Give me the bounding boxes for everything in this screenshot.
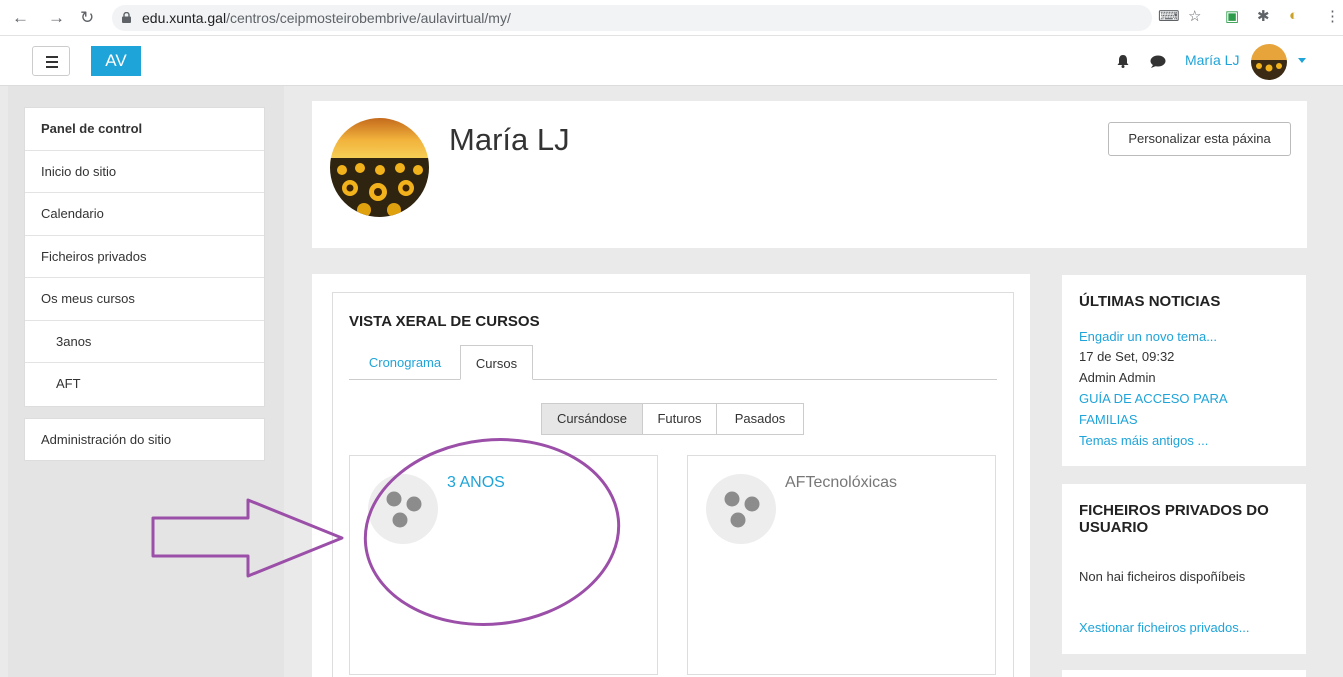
tab-timeline[interactable]: Cronograma [349, 345, 461, 380]
page-header: María LJ Personalizar esta páxina [312, 101, 1307, 248]
drawer-toggle-button[interactable] [32, 46, 70, 76]
course-card[interactable]: 3 ANOS [349, 455, 658, 675]
address-bar[interactable]: edu.xunta.gal/centros/ceipmosteirobembri… [112, 5, 1152, 31]
nav-course-3anos[interactable]: 3anos [25, 321, 264, 363]
user-menu-name[interactable]: María LJ [1185, 52, 1239, 68]
private-files-block: FICHEIROS PRIVADOS DO USUARIO Non hai fi… [1062, 484, 1306, 654]
back-icon[interactable]: ← [12, 7, 29, 29]
news-title: ÚLTIMAS NOTICIAS [1079, 293, 1221, 310]
private-files-title: USUARIO [1079, 519, 1149, 536]
filter-future[interactable]: Futuros [642, 403, 717, 435]
next-block [1062, 670, 1306, 677]
page-title: María LJ [449, 122, 570, 157]
nav-private-files[interactable]: Ficheiros privados [25, 236, 264, 278]
lock-icon [122, 12, 131, 23]
news-post-link[interactable]: GUÍA DE ACCESO PARA [1079, 391, 1228, 406]
tab-courses[interactable]: Cursos [460, 345, 533, 380]
news-post-author: Admin Admin [1079, 370, 1156, 385]
menu-dots-icon[interactable]: ⋮ [1325, 7, 1340, 25]
star-icon[interactable]: ☆ [1188, 7, 1201, 25]
course-name[interactable]: 3 ANOS [447, 474, 505, 492]
forward-icon[interactable]: → [48, 7, 65, 29]
course-overview-block: VISTA XERAL DE CURSOS Cronograma Cursos … [332, 292, 1014, 677]
news-block: ÚLTIMAS NOTICIAS Engadir un novo tema...… [1062, 275, 1306, 466]
filter-past[interactable]: Pasados [716, 403, 804, 435]
nav-calendar[interactable]: Calendario [25, 193, 264, 236]
nav-dashboard[interactable]: Panel de control [25, 108, 264, 151]
reload-icon[interactable]: ↻ [80, 7, 94, 29]
news-post-date: 17 de Set, 09:32 [1079, 349, 1175, 364]
bell-icon[interactable] [1117, 55, 1129, 68]
site-logo[interactable]: AV [91, 46, 141, 76]
main-region: VISTA XERAL DE CURSOS Cronograma Cursos … [312, 274, 1030, 677]
news-post-link[interactable]: FAMILIAS [1079, 412, 1138, 427]
drawer-nav-list: Panel de control Inicio do sitio Calenda… [24, 107, 265, 407]
nav-site-admin[interactable]: Administración do sitio [24, 418, 265, 461]
nav-site-home[interactable]: Inicio do sitio [25, 151, 264, 193]
course-icon [706, 474, 776, 544]
profile-picture [330, 118, 429, 217]
no-files-text: Non hai ficheiros dispoñíbeis [1079, 569, 1246, 584]
course-icon [368, 474, 438, 544]
browser-toolbar: ← → ↻ edu.xunta.gal/centros/ceipmosteiro… [0, 0, 1343, 36]
private-files-title: FICHEIROS PRIVADOS DO [1079, 502, 1269, 519]
manage-files-link[interactable]: Xestionar ficheiros privados... [1079, 620, 1250, 635]
nav-my-courses[interactable]: Os meus cursos [25, 278, 264, 321]
url-text: edu.xunta.gal/centros/ceipmosteirobembri… [142, 10, 511, 26]
block-title: VISTA XERAL DE CURSOS [349, 313, 540, 330]
user-avatar[interactable] [1251, 44, 1287, 80]
add-topic-link[interactable]: Engadir un novo tema... [1079, 329, 1217, 344]
site-navbar: AV María LJ [0, 36, 1343, 86]
puzzle-icon[interactable]: ✱ [1257, 7, 1270, 25]
nav-course-aft[interactable]: AFT [25, 363, 264, 406]
extension-icon[interactable]: ▣ [1225, 7, 1239, 25]
translate-icon[interactable]: ⌨ [1158, 7, 1180, 25]
user-menu-caret-icon[interactable] [1298, 58, 1306, 63]
profile-icon[interactable]: ◐ [1289, 7, 1298, 24]
chat-icon[interactable] [1150, 55, 1166, 68]
older-topics-link[interactable]: Temas máis antigos ... [1079, 433, 1208, 448]
filter-in-progress[interactable]: Cursándose [541, 403, 643, 435]
hamburger-icon [46, 56, 58, 58]
course-card[interactable]: AFTecnolóxicas [687, 455, 996, 675]
course-name[interactable]: AFTecnolóxicas [785, 474, 897, 492]
customize-page-button[interactable]: Personalizar esta páxina [1108, 122, 1291, 156]
